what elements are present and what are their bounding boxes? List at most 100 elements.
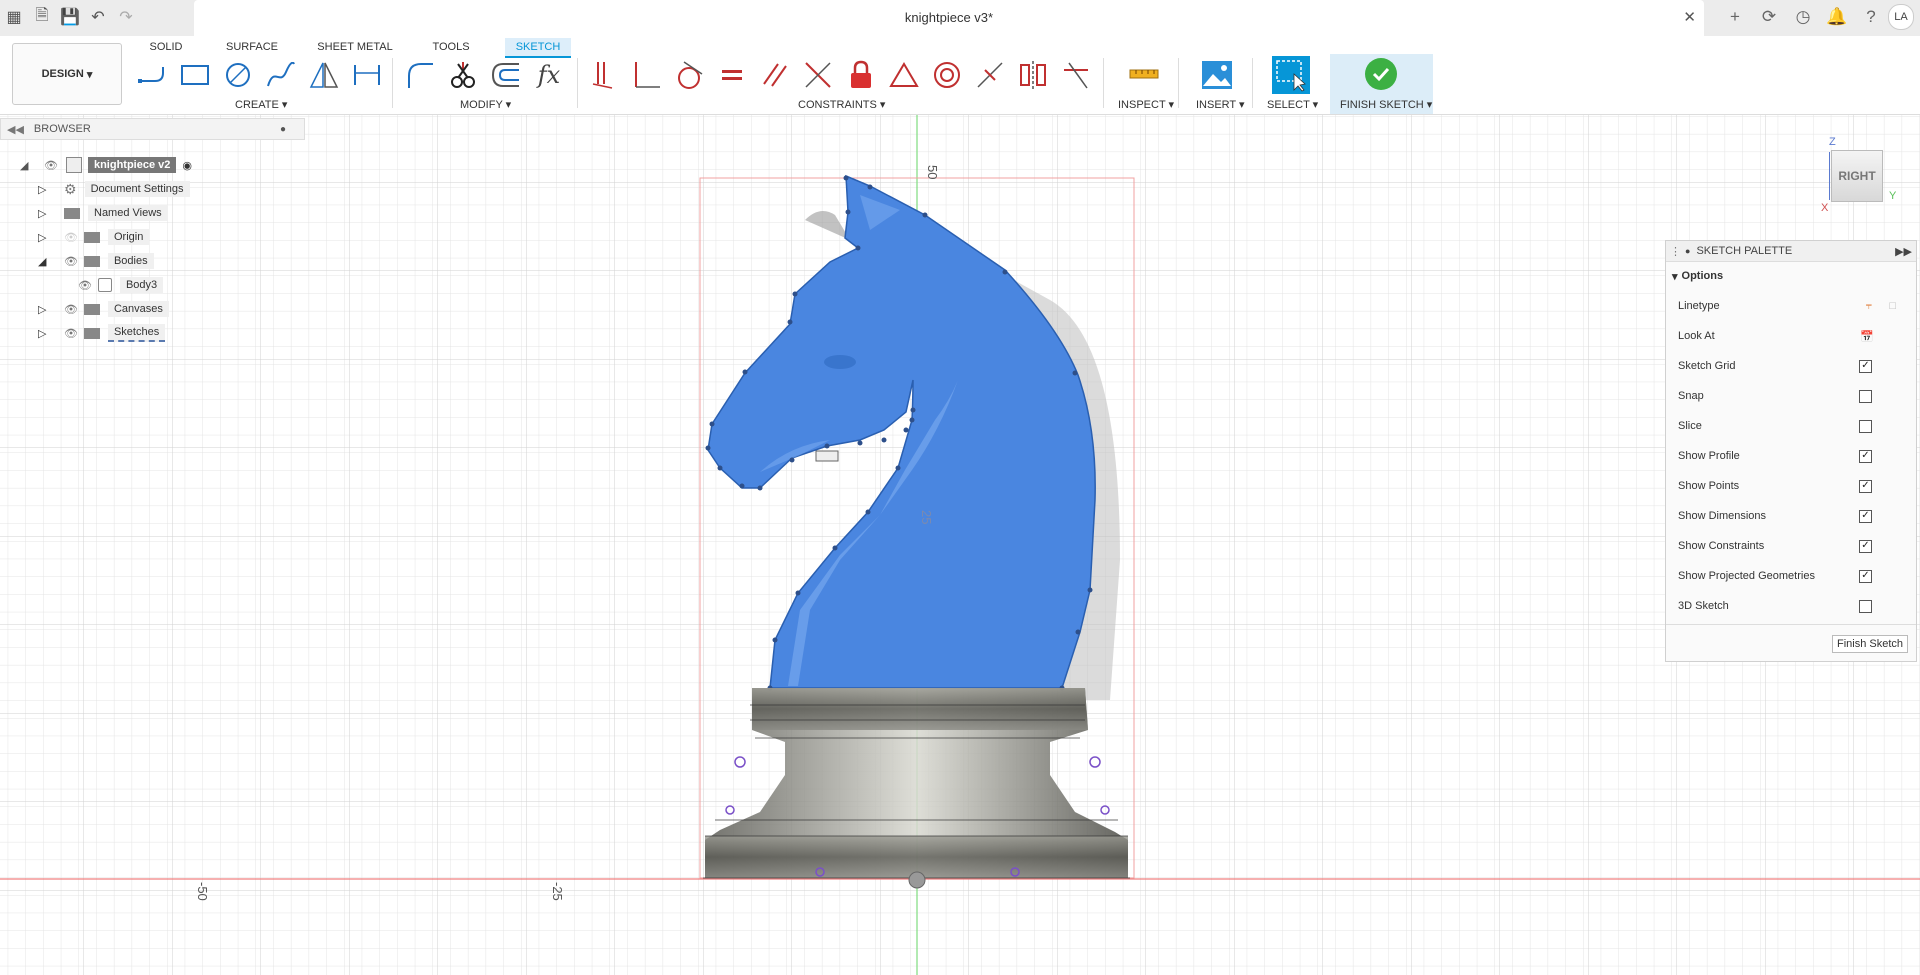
notifications-icon[interactable]: 🔔 [1820, 0, 1854, 34]
tangent-constraint-icon[interactable] [672, 58, 706, 92]
checkmark-icon[interactable] [1365, 58, 1397, 90]
constraints-group-label[interactable]: CONSTRAINTS ▾ [798, 98, 885, 111]
browser-item-document-settings[interactable]: ▷ ⚙ Document Settings [38, 178, 190, 200]
app-grid-icon[interactable]: ▦ [0, 0, 28, 34]
redo-icon[interactable]: ↷ [112, 0, 140, 34]
insert-image-icon[interactable] [1200, 58, 1234, 92]
expand-arrow-icon[interactable]: ▷ [38, 303, 52, 316]
avatar[interactable]: LA [1888, 4, 1914, 30]
browser-item-canvases[interactable]: ▷ 👁 Canvases [38, 298, 169, 320]
show-dimensions-checkbox[interactable]: ✓ [1859, 509, 1872, 523]
expand-arrow-icon[interactable]: ▷ [38, 327, 52, 340]
mirror-tool-icon[interactable] [307, 58, 341, 92]
coincident-constraint-icon[interactable] [586, 58, 620, 92]
tab-solid[interactable]: SOLID [146, 38, 186, 56]
eye-hidden-icon[interactable]: 👁 [64, 231, 78, 244]
close-tab-icon[interactable]: ✕ [1683, 8, 1696, 26]
tab-sheet-metal[interactable]: SHEET METAL [316, 38, 394, 56]
eye-icon[interactable]: 👁 [78, 279, 92, 292]
root-component-label[interactable]: knightpiece v2 [87, 157, 177, 173]
tab-sketch[interactable]: SKETCH [505, 38, 571, 58]
eye-icon[interactable]: 👁 [64, 327, 78, 340]
finish-sketch-label[interactable]: FINISH SKETCH ▾ [1340, 98, 1432, 111]
workspace-switcher[interactable]: DESIGN ▾ [12, 43, 122, 105]
look-at-icon[interactable]: 📅 [1860, 330, 1874, 343]
browser-item-sketches[interactable]: ▷ 👁 Sketches [38, 322, 166, 344]
browser-item-body3[interactable]: 👁 Body3 [78, 274, 164, 296]
finish-sketch-button[interactable]: Finish Sketch [1831, 635, 1908, 653]
section-toggle-icon[interactable]: ▾ [1672, 270, 1678, 283]
symmetric-constraint-icon[interactable] [1016, 58, 1050, 92]
midpoint-constraint-icon[interactable] [973, 58, 1007, 92]
create-group-label[interactable]: CREATE ▾ [235, 98, 287, 111]
viewcube[interactable]: Z RIGHT Y X [1821, 136, 1905, 220]
perpendicular-constraint-icon[interactable] [629, 58, 663, 92]
tab-surface[interactable]: SURFACE [222, 38, 282, 56]
circle-tool-icon[interactable] [221, 58, 255, 92]
origin-point[interactable] [908, 871, 926, 889]
collapse-icon[interactable]: ● [1685, 246, 1690, 256]
inspect-group-label[interactable]: INSPECT ▾ [1118, 98, 1174, 111]
measure-ruler-icon[interactable] [1127, 58, 1161, 92]
select-group-label[interactable]: SELECT ▾ [1267, 98, 1318, 111]
job-status-icon[interactable]: ◷ [1786, 0, 1820, 34]
minimize-icon[interactable]: ● [280, 124, 286, 135]
sketch-grid-checkbox[interactable]: ✓ [1859, 359, 1872, 373]
viewcube-face-right[interactable]: RIGHT [1831, 150, 1883, 202]
3d-sketch-checkbox[interactable] [1859, 599, 1872, 613]
activate-radio-icon[interactable]: ◉ [182, 159, 192, 172]
undo-icon[interactable]: ↶ [84, 0, 112, 34]
eye-icon[interactable]: 👁 [44, 159, 58, 172]
expand-triangle-icon[interactable]: ◢ [20, 159, 34, 172]
dimension-tool-icon[interactable] [350, 58, 384, 92]
select-window-icon[interactable] [1272, 56, 1310, 94]
new-tab-icon[interactable]: + [1718, 0, 1752, 34]
fix-lock-icon[interactable] [844, 58, 878, 92]
document-tab[interactable]: knightpiece v3* ✕ [194, 0, 1704, 36]
dimension-glyph[interactable] [815, 450, 839, 462]
show-profile-checkbox[interactable]: ✓ [1859, 449, 1872, 463]
fillet-tool-icon[interactable] [403, 58, 437, 92]
modify-group-label[interactable]: MODIFY ▾ [460, 98, 511, 111]
drag-handle-icon[interactable]: ⋮ [1670, 245, 1681, 258]
snap-checkbox[interactable] [1859, 389, 1872, 403]
parallel-constraint-icon[interactable] [758, 58, 792, 92]
extensions-icon[interactable]: ⟳ [1752, 0, 1786, 34]
show-constraints-checkbox[interactable]: ✓ [1859, 539, 1872, 553]
concentric-constraint-icon[interactable] [930, 58, 964, 92]
centerline-linetype-icon[interactable]: □ [1889, 300, 1896, 312]
rectangle-tool-icon[interactable] [178, 58, 212, 92]
show-points-checkbox[interactable]: ✓ [1859, 479, 1872, 493]
browser-root[interactable]: ◢ 👁 knightpiece v2 ◉ [20, 154, 192, 176]
save-icon[interactable]: 💾 [56, 0, 84, 34]
line-tool-icon[interactable] [135, 58, 169, 92]
browser-item-bodies[interactable]: ◢ 👁 Bodies [38, 250, 154, 272]
file-menu-icon[interactable]: 🗎 [28, 0, 56, 34]
equal-constraint-icon[interactable] [715, 58, 749, 92]
expand-arrow-icon[interactable]: ▷ [38, 207, 52, 220]
show-projected-geometries-checkbox[interactable]: ✓ [1859, 569, 1872, 583]
spline-tool-icon[interactable] [264, 58, 298, 92]
browser-item-named-views[interactable]: ▷ Named Views [38, 202, 168, 224]
expand-arrow-icon[interactable]: ▷ [38, 183, 52, 196]
insert-group-label[interactable]: INSERT ▾ [1196, 98, 1245, 111]
perpendicular-x-constraint-icon[interactable] [801, 58, 835, 92]
eye-icon[interactable]: 👁 [64, 303, 78, 316]
finish-sketch-group[interactable]: FINISH SKETCH ▾ [1330, 54, 1433, 114]
eye-icon[interactable]: 👁 [64, 255, 78, 268]
expand-palette-icon[interactable]: ▶▶ [1895, 245, 1912, 258]
collapse-browser-icon[interactable]: ◀◀ [7, 123, 24, 136]
options-section[interactable]: ▾ Options [1672, 265, 1902, 287]
slice-checkbox[interactable] [1859, 419, 1872, 433]
help-icon[interactable]: ? [1854, 0, 1888, 34]
parameters-fx-icon[interactable]: fx [532, 58, 566, 92]
collapse-triangle-icon[interactable]: ◢ [38, 255, 52, 268]
offset-tool-icon[interactable] [489, 58, 523, 92]
curvature-constraint-icon[interactable] [1059, 58, 1093, 92]
expand-arrow-icon[interactable]: ▷ [38, 231, 52, 244]
construction-linetype-icon[interactable]: ⫧ [1866, 300, 1872, 313]
tab-tools[interactable]: TOOLS [430, 38, 472, 56]
trim-tool-icon[interactable] [446, 58, 480, 92]
browser-item-origin[interactable]: ▷ 👁 Origin [38, 226, 150, 248]
symmetry-triangle-icon[interactable] [887, 58, 921, 92]
